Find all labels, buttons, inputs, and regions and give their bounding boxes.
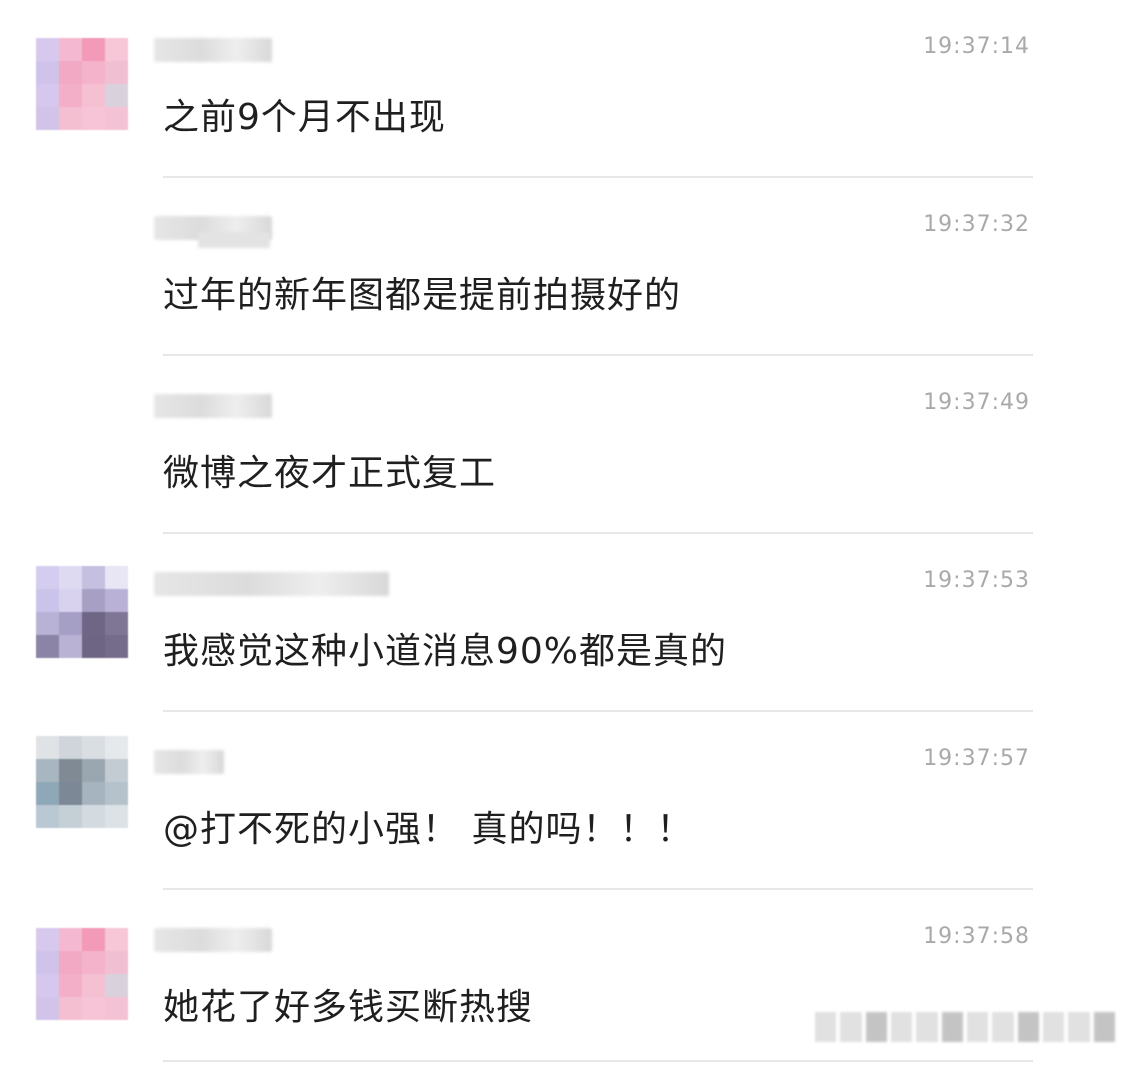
username-redacted — [154, 38, 272, 62]
avatar[interactable] — [36, 736, 128, 828]
message-timestamp: 19:37:53 — [923, 568, 1030, 593]
message-timestamp: 19:37:32 — [923, 212, 1030, 237]
avatar[interactable] — [36, 566, 128, 658]
avatar[interactable] — [36, 928, 128, 1020]
chat-message[interactable]: 19:37:53 我感觉这种小道消息90%都是真的 — [0, 534, 1138, 712]
message-timestamp: 19:37:14 — [923, 34, 1030, 59]
username-redacted-2 — [198, 232, 270, 248]
chat-message[interactable]: 19:37:57 @打不死的小强！ 真的吗！！！ — [0, 712, 1138, 890]
chat-message[interactable]: 19:37:14 之前9个月不出现 — [0, 0, 1138, 178]
message-timestamp: 19:37:49 — [923, 390, 1030, 415]
chat-message[interactable]: 19:37:49 微博之夜才正式复工 — [0, 356, 1138, 534]
message-text: 过年的新年图都是提前拍摄好的 — [163, 275, 682, 316]
message-timestamp: 19:37:58 — [923, 924, 1030, 949]
message-timestamp: 19:37:57 — [923, 746, 1030, 771]
message-text: 她花了好多钱买断热搜 — [163, 987, 534, 1028]
divider — [163, 1060, 1033, 1062]
message-text: 之前9个月不出现 — [163, 97, 446, 138]
watermark-redacted — [815, 1012, 1115, 1042]
message-text: @打不死的小强！ 真的吗！！！ — [163, 809, 694, 850]
message-text: 微博之夜才正式复工 — [163, 453, 497, 494]
chat-message-list: 19:37:14 之前9个月不出现 19:37:32 过年的新年图都是提前拍摄好… — [0, 0, 1138, 1068]
avatar[interactable] — [36, 38, 128, 130]
message-text: 我感觉这种小道消息90%都是真的 — [163, 631, 728, 672]
username-redacted — [154, 572, 389, 596]
username-redacted — [154, 750, 224, 774]
chat-message[interactable]: 19:37:32 过年的新年图都是提前拍摄好的 — [0, 178, 1138, 356]
username-redacted — [154, 394, 272, 418]
username-redacted — [154, 928, 272, 952]
